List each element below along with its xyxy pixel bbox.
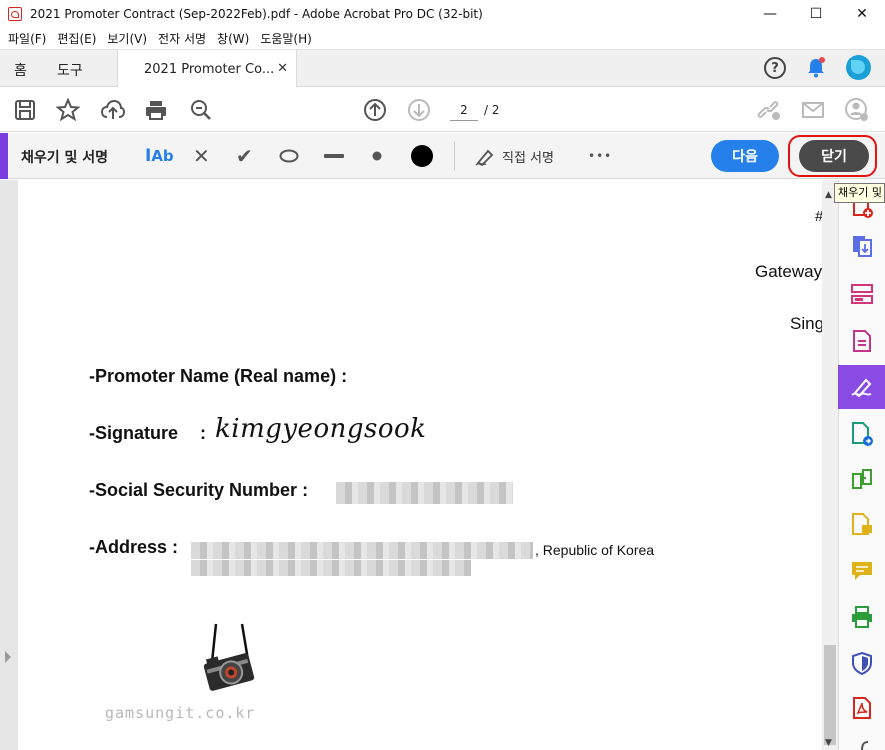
- tab-row: 홈 도구 2021 Promoter Co... ✕: [0, 49, 885, 88]
- tab-tools[interactable]: 도구: [57, 60, 83, 80]
- page-number-input[interactable]: 2: [450, 99, 478, 121]
- rail-protect[interactable]: [838, 646, 885, 680]
- minimize-button[interactable]: —: [747, 0, 793, 28]
- menu-edit[interactable]: 편집(E): [57, 30, 96, 47]
- tab-home[interactable]: 홈: [14, 60, 27, 80]
- add-text-tool[interactable]: I Ab: [145, 144, 174, 168]
- fill-sign-accent: [0, 133, 8, 179]
- toolbar-divider: [454, 142, 455, 170]
- acrobat-icon: [8, 7, 22, 21]
- fill-sign-icon: [850, 378, 871, 398]
- camera-logo-icon: [198, 622, 260, 694]
- export-pdf-icon: [852, 236, 872, 257]
- user-avatar[interactable]: [846, 55, 871, 80]
- rail-fill-sign[interactable]: [838, 365, 885, 409]
- page-total: / 2: [484, 103, 500, 117]
- next-page-icon[interactable]: [406, 97, 432, 123]
- address-country: , Republic of Korea: [535, 542, 655, 558]
- scan-print-icon: [851, 606, 872, 628]
- help-icon[interactable]: ?: [764, 57, 786, 79]
- print-icon[interactable]: [143, 97, 169, 123]
- window-controls: — ☐ ✕: [747, 0, 885, 28]
- comment-icon: [851, 562, 872, 580]
- request-signature-icon: [851, 422, 873, 446]
- rail-scan-ocr[interactable]: [838, 600, 885, 634]
- email-icon[interactable]: [800, 97, 826, 123]
- left-panel-toggle[interactable]: [0, 180, 18, 750]
- ssn-redacted: [336, 482, 513, 504]
- address-label: -Address :: [89, 537, 179, 557]
- rail-compare[interactable]: [838, 463, 885, 497]
- signature-value[interactable]: kimgyeongsook: [215, 414, 426, 444]
- rail-comment-file[interactable]: [838, 508, 885, 542]
- rail-edit-pdf[interactable]: [838, 324, 885, 358]
- tab-document[interactable]: 2021 Promoter Co... ✕: [117, 50, 297, 88]
- rail-export-pdf[interactable]: [838, 229, 885, 263]
- rail-more-tools[interactable]: [838, 736, 885, 750]
- bookmark-star-icon[interactable]: [55, 97, 81, 123]
- notification-bell-icon[interactable]: [806, 57, 826, 79]
- save-icon[interactable]: [12, 97, 38, 123]
- color-picker-icon[interactable]: [410, 144, 434, 168]
- zoom-search-icon[interactable]: [188, 97, 214, 123]
- pen-sign-icon: [475, 149, 494, 167]
- add-text-label: Ab: [151, 147, 174, 165]
- signature-label: -Signature: [89, 423, 179, 443]
- scroll-down-icon[interactable]: ▼: [825, 738, 832, 748]
- scroll-up-icon[interactable]: ▲: [825, 190, 832, 200]
- shield-icon: [851, 651, 872, 675]
- compare-files-icon: [851, 469, 872, 489]
- close-window-button[interactable]: ✕: [839, 0, 885, 28]
- next-button[interactable]: 다음: [711, 140, 779, 172]
- line-icon[interactable]: [324, 144, 344, 168]
- ellipse-icon[interactable]: [279, 144, 299, 168]
- tab-document-label: 2021 Promoter Co...: [144, 61, 275, 77]
- close-fill-sign-button[interactable]: 닫기: [799, 140, 869, 172]
- address-fragment-2: Gateway: [755, 262, 823, 281]
- window-title: 2021 Promoter Contract (Sep-2022Feb).pdf…: [30, 7, 483, 21]
- upload-cloud-icon[interactable]: [100, 97, 126, 123]
- direct-sign-label: 직접 서명: [502, 150, 554, 166]
- rail-acrobat-pdf[interactable]: [838, 691, 885, 725]
- close-tab-icon[interactable]: ✕: [277, 61, 288, 76]
- menu-bar: 파일(F) 편집(E) 보기(V) 전자 서명 창(W) 도움말(H): [0, 28, 885, 48]
- address-fragment-3: Sing: [790, 314, 825, 333]
- check-mark-icon[interactable]: ✔: [236, 144, 253, 168]
- address-redacted-line-1: [191, 542, 533, 559]
- fill-sign-title: 채우기 및 서명: [21, 150, 109, 166]
- vertical-scrollbar[interactable]: ▲ ▼: [822, 180, 838, 750]
- edit-pdf-icon: [852, 330, 871, 352]
- pdf-file-icon: [852, 697, 871, 719]
- dot-icon[interactable]: [371, 144, 383, 168]
- share-link-icon[interactable]: [756, 97, 782, 123]
- organize-pages-icon: [850, 284, 873, 304]
- cross-mark-icon[interactable]: ✕: [193, 144, 210, 168]
- signature-colon: :: [200, 423, 206, 443]
- menu-help[interactable]: 도움말(H): [260, 30, 312, 47]
- rail-organize-pages[interactable]: [838, 277, 885, 311]
- comment-file-icon: [851, 513, 872, 535]
- more-tools-icon: [860, 741, 868, 750]
- promoter-name-label: -Promoter Name (Real name) :: [89, 366, 348, 386]
- document-viewport: [0, 180, 838, 750]
- more-options-icon[interactable]: •••: [588, 144, 612, 168]
- menu-window[interactable]: 창(W): [217, 30, 249, 47]
- address-redacted-line-2: [191, 560, 471, 576]
- previous-page-icon[interactable]: [362, 97, 388, 123]
- rail-comment[interactable]: [838, 554, 885, 588]
- menu-e-sign[interactable]: 전자 서명: [158, 30, 206, 47]
- close-tooltip: 채우기 및: [834, 183, 885, 203]
- main-toolbar: 2 / 2: [0, 87, 885, 132]
- direct-sign-button[interactable]: 직접 서명: [474, 144, 554, 168]
- title-bar: 2021 Promoter Contract (Sep-2022Feb).pdf…: [0, 0, 885, 28]
- menu-view[interactable]: 보기(V): [107, 30, 147, 47]
- maximize-button[interactable]: ☐: [793, 0, 839, 28]
- watermark-text: gamsungit.co.kr: [105, 704, 256, 722]
- expand-arrow-icon: [5, 651, 11, 663]
- add-user-icon[interactable]: [844, 97, 870, 123]
- scroll-thumb[interactable]: [824, 645, 836, 745]
- rail-request-signature[interactable]: [838, 417, 885, 451]
- ssn-label: -Social Security Number :: [89, 480, 309, 500]
- menu-file[interactable]: 파일(F): [8, 30, 46, 47]
